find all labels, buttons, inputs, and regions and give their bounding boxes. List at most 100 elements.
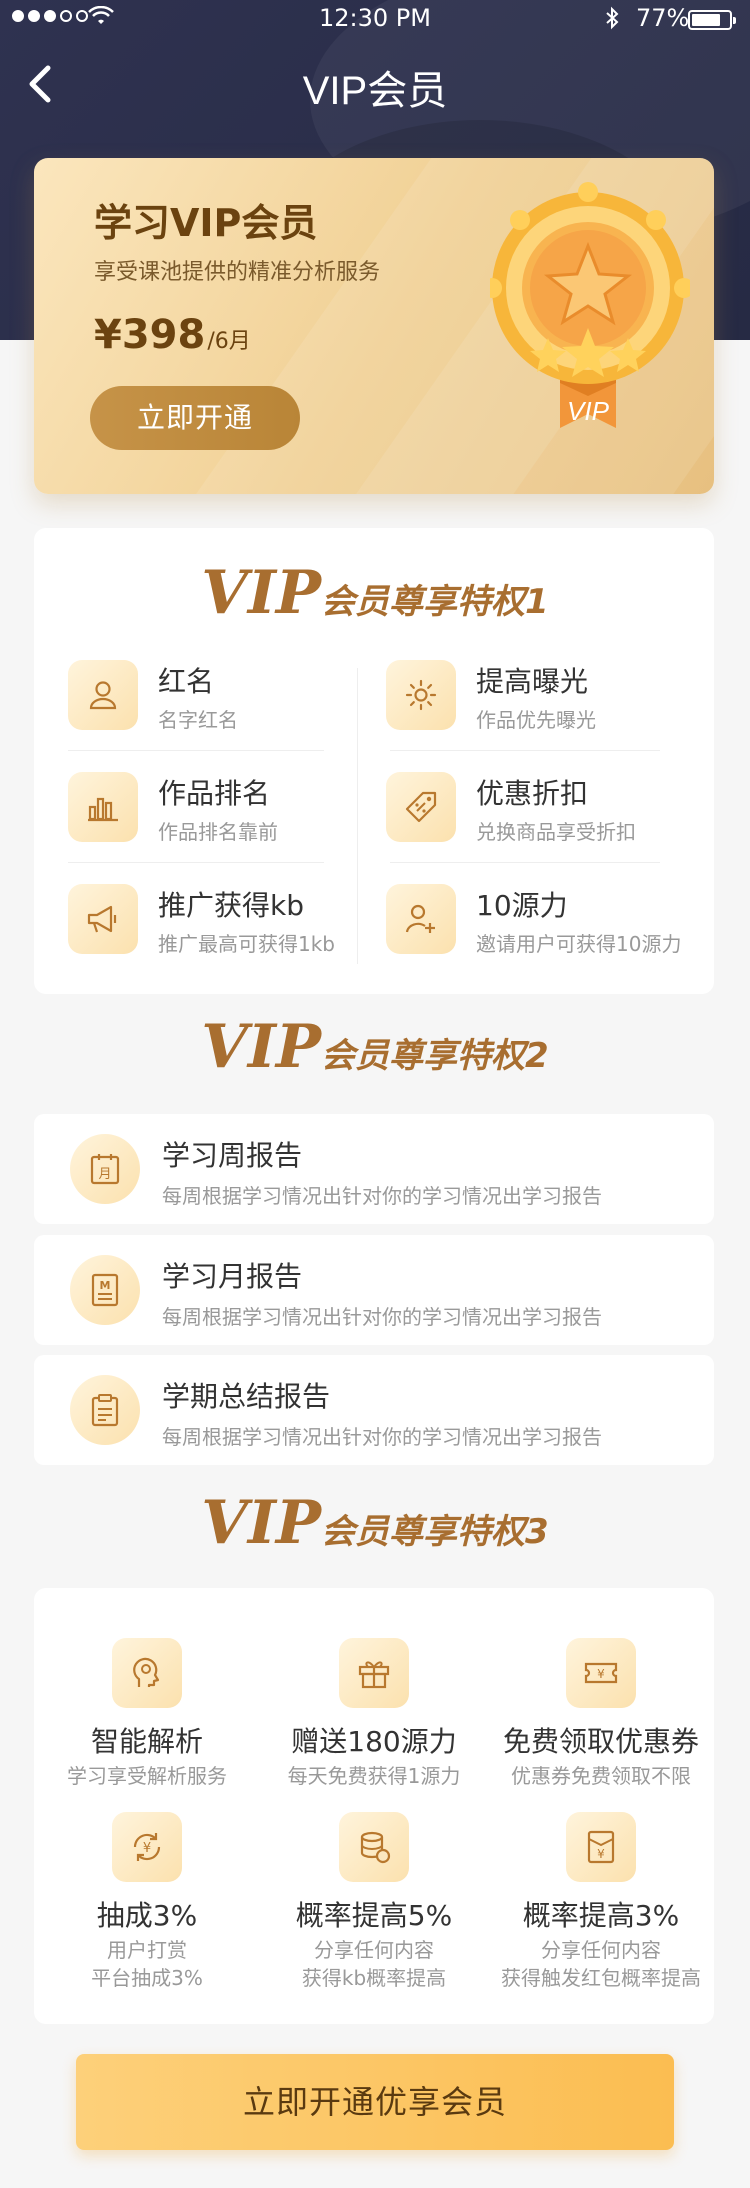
heading-vip: VIP xyxy=(201,1012,322,1082)
vip-medal-icon: VIP xyxy=(490,182,690,428)
heading-text: 会员尊享特权1 xyxy=(321,582,549,622)
icon-wrap xyxy=(68,884,138,954)
user-add-icon xyxy=(405,904,435,933)
tag-icon xyxy=(405,791,437,823)
item-title: 抽成3% xyxy=(96,1899,198,1932)
card-title: 学习VIP会员 xyxy=(94,201,318,245)
report-title: 学习月报告 xyxy=(162,1260,303,1293)
icon-wrap xyxy=(68,772,138,842)
heading-vip: VIP xyxy=(201,558,322,628)
svg-text:月: 月 xyxy=(98,1167,111,1182)
battery-nub xyxy=(733,17,736,24)
coins-icon xyxy=(360,1831,391,1864)
item-desc: 作品排名靠前 xyxy=(158,820,278,844)
icon-wrap xyxy=(68,660,138,730)
calendar-month-icon: 月 xyxy=(90,1154,120,1185)
user-icon xyxy=(89,681,117,710)
bluetooth-icon xyxy=(606,6,619,30)
divider xyxy=(68,862,324,863)
clipboard-icon xyxy=(91,1394,119,1427)
item-title: 优惠折扣 xyxy=(476,777,589,810)
item-title: 10源力 xyxy=(476,889,568,922)
svg-text:¥: ¥ xyxy=(597,1667,605,1681)
icon-wrap xyxy=(339,1638,409,1708)
item-desc: 作品优先曝光 xyxy=(476,708,596,732)
report-item-semester[interactable]: 学期总结报告 每周根据学习情况出针对你的学习情况出学习报告 xyxy=(34,1355,714,1465)
item-desc: 兑换商品享受折扣 xyxy=(476,820,636,844)
item-title: 提高曝光 xyxy=(476,665,589,698)
item-desc: 优惠券免费领取不限 xyxy=(511,1764,691,1788)
report-desc: 每周根据学习情况出针对你的学习情况出学习报告 xyxy=(162,1305,602,1329)
icon-wrap: M xyxy=(70,1255,140,1325)
item-desc: 推广最高可获得1kb xyxy=(158,932,336,956)
item-title: 作品排名 xyxy=(158,777,271,810)
svg-text:¥: ¥ xyxy=(143,1841,151,1856)
price-amount: ¥398 xyxy=(94,312,206,358)
page-title: VIP会员 xyxy=(302,69,448,113)
card-price: ¥398/6月 xyxy=(94,312,251,358)
divider xyxy=(390,750,660,751)
privilege2-heading: VIP会员尊享特权2 xyxy=(0,1012,750,1082)
privilege1-card: VIP会员尊享特权1 红名 名字红名 提高曝光 作品优先曝光 作品排名 作品排名… xyxy=(34,528,714,994)
red-envelope-icon: ¥ xyxy=(587,1830,615,1864)
icon-wrap xyxy=(70,1375,140,1445)
icon-wrap xyxy=(386,660,456,730)
battery-percent: 77% xyxy=(636,4,690,32)
privilege1-heading: VIP会员尊享特权1 xyxy=(0,558,750,628)
divider xyxy=(390,862,660,863)
report-item-monthly[interactable]: M 学习月报告 每周根据学习情况出针对你的学习情况出学习报告 xyxy=(34,1235,714,1345)
icon-wrap xyxy=(386,884,456,954)
brain-head-icon xyxy=(133,1657,160,1687)
item-title: 红名 xyxy=(158,665,215,698)
activate-premium-button[interactable]: 立即开通优享会员 xyxy=(76,2054,674,2150)
card-subtitle: 享受课池提供的精准分析服务 xyxy=(94,260,381,285)
item-desc: 分享任何内容 获得kb概率提高 xyxy=(301,1938,447,1990)
item-desc: 名字红名 xyxy=(158,708,238,732)
heading-vip: VIP xyxy=(201,1488,322,1558)
icon-wrap: 月 xyxy=(70,1134,140,1204)
item-title: 概率提高5% xyxy=(295,1899,453,1932)
activate-button[interactable]: 立即开通 xyxy=(90,386,300,450)
icon-wrap xyxy=(112,1638,182,1708)
item-desc: 用户打赏 平台抽成3% xyxy=(91,1938,203,1990)
privilege-item-discount[interactable]: 优惠折扣 兑换商品享受折扣 xyxy=(386,772,716,862)
report-title: 学期总结报告 xyxy=(162,1380,331,1413)
report-title: 学习周报告 xyxy=(162,1139,303,1172)
icon-wrap xyxy=(339,1812,409,1882)
heading-text: 会员尊享特权3 xyxy=(321,1512,549,1552)
svg-text:¥: ¥ xyxy=(597,1847,605,1861)
report-desc: 每周根据学习情况出针对你的学习情况出学习报告 xyxy=(162,1184,602,1208)
battery-icon xyxy=(688,10,736,30)
privilege-item-promote[interactable]: 推广获得kb 推广最高可获得1kb xyxy=(68,884,398,974)
privilege-item-exposure[interactable]: 提高曝光 作品优先曝光 xyxy=(386,660,716,750)
item-title: 推广获得kb xyxy=(158,889,304,922)
privilege-item-source-power[interactable]: 10源力 邀请用户可获得10源力 xyxy=(386,884,716,974)
navbar: VIP会员 xyxy=(0,40,750,128)
battery-level xyxy=(692,14,720,26)
privilege3-card: 智能解析 学习享受解析服务 赠送180源力 每天免费获得1源力 ¥ 免费领取优惠… xyxy=(34,1588,714,2024)
privilege-item-ranking[interactable]: 作品排名 作品排名靠前 xyxy=(68,772,398,862)
yen-exchange-icon: ¥ xyxy=(133,1833,161,1861)
heading-text: 会员尊享特权2 xyxy=(321,1036,549,1076)
icon-wrap: ¥ xyxy=(566,1638,636,1708)
medal-vip-text: VIP xyxy=(567,396,610,426)
coupon-icon: ¥ xyxy=(584,1662,618,1684)
svg-text:M: M xyxy=(100,1279,111,1292)
item-title: 智能解析 xyxy=(90,1725,203,1758)
document-m-icon: M xyxy=(91,1273,119,1307)
report-desc: 每周根据学习情况出针对你的学习情况出学习报告 xyxy=(162,1425,602,1449)
item-desc: 每天免费获得1源力 xyxy=(287,1764,461,1788)
sun-icon xyxy=(405,679,437,711)
icon-wrap xyxy=(386,772,456,842)
gift-icon xyxy=(358,1661,390,1689)
price-period: /6月 xyxy=(207,329,251,354)
item-title: 概率提高3% xyxy=(522,1899,680,1932)
megaphone-icon xyxy=(87,905,117,933)
report-item-weekly[interactable]: 月 学习周报告 每周根据学习情况出针对你的学习情况出学习报告 xyxy=(34,1114,714,1224)
item-desc: 分享任何内容 获得触发红包概率提高 xyxy=(501,1938,701,1990)
status-bar: 12:30 PM 77% xyxy=(0,0,750,40)
item-title: 赠送180源力 xyxy=(291,1725,457,1758)
vip-card: 学习VIP会员 享受课池提供的精准分析服务 ¥398/6月 立即开通 VIP xyxy=(34,158,714,494)
privilege-item-red-name[interactable]: 红名 名字红名 xyxy=(68,660,398,750)
icon-wrap: ¥ xyxy=(112,1812,182,1882)
